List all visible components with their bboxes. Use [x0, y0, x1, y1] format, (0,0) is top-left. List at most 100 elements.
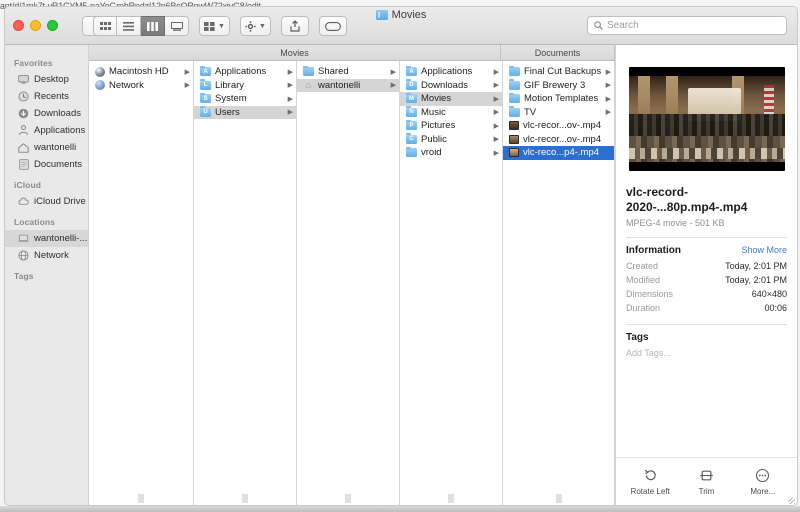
gallery-view-button[interactable]: [165, 16, 189, 36]
desktop-icon: [18, 74, 29, 85]
preview-action-bar: Rotate Left Trim More...: [616, 457, 797, 505]
list-view-button[interactable]: [117, 16, 141, 36]
sidebar-item-recents[interactable]: Recents: [5, 88, 88, 105]
sidebar-item-desktop[interactable]: Desktop: [5, 71, 88, 88]
preview-thumbnail-wrap: [616, 61, 797, 171]
sidebar-item-network[interactable]: Network: [5, 247, 88, 264]
column-row[interactable]: D Downloads ▶: [400, 79, 502, 93]
column-4[interactable]: A Applications ▶ D Downloads ▶ M Movies …: [400, 45, 503, 505]
column-row[interactable]: vroid ▶: [400, 146, 502, 160]
add-tags-field[interactable]: Add Tags...: [616, 346, 797, 360]
folder-icon: S: [200, 92, 211, 104]
minimize-button[interactable]: [30, 20, 41, 31]
row-label: Motion Templates: [524, 93, 599, 105]
folder-icon: [509, 92, 520, 104]
column-resize-handle[interactable]: [345, 494, 351, 503]
chevron-right-icon: ▶: [184, 82, 190, 90]
column-row[interactable]: Final Cut Backups ▶: [503, 65, 614, 79]
rotate-left-button[interactable]: Rotate Left: [624, 468, 676, 496]
preview-file-name: vlc-record-2020-...80p.mp4-.mp4: [626, 185, 748, 214]
column-1[interactable]: Macintosh HD ▶ Network ▶: [89, 45, 194, 505]
more-icon: [755, 468, 771, 484]
column-row[interactable]: P Pictures ▶: [400, 119, 502, 133]
column-row[interactable]: Shared ▶: [297, 65, 399, 79]
column-row[interactable]: N Music ▶: [400, 106, 502, 120]
column-row-selected[interactable]: ⌂ wantonelli ▶: [297, 78, 399, 92]
close-button[interactable]: [13, 20, 24, 31]
action-menu-button[interactable]: ▼: [239, 16, 271, 36]
window-resize-corner[interactable]: [788, 497, 795, 504]
preview-pane: vlc-record-2020-...80p.mp4-.mp4 MPEG-4 m…: [615, 45, 797, 505]
column-row[interactable]: Network ▶: [89, 79, 193, 93]
row-label: Movies: [421, 93, 452, 105]
sidebar-section-tags-title: Tags: [14, 271, 34, 281]
page-bottom-bar: [0, 506, 800, 512]
column-row[interactable]: S System ▶: [194, 92, 296, 106]
column-row[interactable]: A Applications ▶: [194, 65, 296, 79]
download-icon: [18, 108, 29, 119]
zoom-button[interactable]: [47, 20, 58, 31]
chevron-right-icon: ▶: [493, 82, 499, 90]
column-view-button[interactable]: [141, 16, 165, 36]
column-row-selected[interactable]: M Movies ▶: [400, 92, 502, 106]
more-button[interactable]: More...: [737, 468, 789, 496]
column-resize-handle[interactable]: [242, 494, 248, 503]
column-row-selected[interactable]: U Users ▶: [194, 105, 296, 119]
chevron-right-icon: ▶: [287, 109, 293, 117]
window-titlebar[interactable]: Movies ‹ ›: [5, 7, 797, 45]
tag-button[interactable]: [318, 16, 347, 36]
sidebar-item-label: Applications: [34, 125, 86, 136]
row-label: vlc-recor...ov-.mp4: [523, 120, 602, 132]
sidebar-item-wantonelli-mac[interactable]: wantonelli-...: [5, 230, 88, 247]
column-row[interactable]: Motion Templates ▶: [503, 92, 614, 106]
chevron-right-icon: ▶: [605, 95, 611, 103]
search-field[interactable]: Search: [587, 16, 787, 35]
movie-thumb-icon: [509, 121, 519, 131]
column-resize-handle[interactable]: [448, 494, 454, 503]
information-heading: Information: [626, 245, 681, 256]
column-row[interactable]: TV ▶: [503, 106, 614, 120]
trim-button[interactable]: Trim: [680, 468, 732, 496]
column-row[interactable]: L Library ▶: [194, 79, 296, 93]
row-label: Shared: [318, 66, 349, 78]
column-row[interactable]: vlc-recor...ov-.mp4: [503, 133, 614, 147]
rotate-left-icon: [642, 468, 658, 484]
show-more-link[interactable]: Show More: [741, 245, 787, 255]
row-label: System: [215, 93, 247, 105]
column-header-documents: Documents: [501, 45, 615, 61]
sidebar-item-label: iCloud Drive: [34, 196, 86, 207]
info-row-created: Created Today, 2:01 PM: [616, 259, 797, 273]
row-label: vroid: [421, 147, 442, 159]
row-label: Final Cut Backups: [524, 66, 602, 78]
column-3[interactable]: Shared ▶ ⌂ wantonelli ▶: [297, 45, 400, 505]
column-5[interactable]: Final Cut Backups ▶ GIF Brewery 3 ▶ Moti…: [503, 45, 615, 505]
column-row[interactable]: GIF Brewery 3 ▶: [503, 79, 614, 93]
sidebar-item-icloud-drive[interactable]: iCloud Drive: [5, 193, 88, 210]
icon-view-button[interactable]: [93, 16, 117, 36]
row-label: Network: [109, 79, 144, 91]
row-label: Music: [421, 106, 446, 118]
group-by-button[interactable]: ▼: [199, 16, 230, 36]
column-row[interactable]: A Applications ▶: [400, 65, 502, 79]
list-view-icon: [123, 21, 134, 31]
chevron-right-icon: ▶: [184, 68, 190, 76]
column-row[interactable]: vlc-recor...ov-.mp4: [503, 119, 614, 133]
tags-section-header: Tags: [616, 325, 797, 346]
info-value: Today, 2:01 PM: [725, 275, 787, 285]
information-section-header: Information Show More: [616, 238, 797, 259]
sidebar-item-home[interactable]: wantonelli: [5, 139, 88, 156]
window-title-text: Movies: [391, 9, 427, 21]
sidebar-item-documents[interactable]: Documents: [5, 156, 88, 173]
thumbnail-scene: [628, 76, 785, 162]
column-2[interactable]: A Applications ▶ L Library ▶ S System ▶: [194, 45, 297, 505]
sidebar-item-downloads[interactable]: Downloads: [5, 105, 88, 122]
share-button[interactable]: [280, 16, 309, 36]
column-resize-handle[interactable]: [556, 494, 561, 503]
sidebar-item-applications[interactable]: Applications: [5, 122, 88, 139]
column-resize-handle[interactable]: [138, 494, 144, 503]
column-row[interactable]: C Public ▶: [400, 133, 502, 147]
column-row[interactable]: Macintosh HD ▶: [89, 65, 193, 79]
column-row-selected[interactable]: vlc-reco...p4-.mp4: [503, 146, 614, 160]
column-browser: Movies Documents Macintosh HD ▶ Network …: [89, 45, 615, 505]
action-label: Rotate Left: [630, 486, 670, 496]
